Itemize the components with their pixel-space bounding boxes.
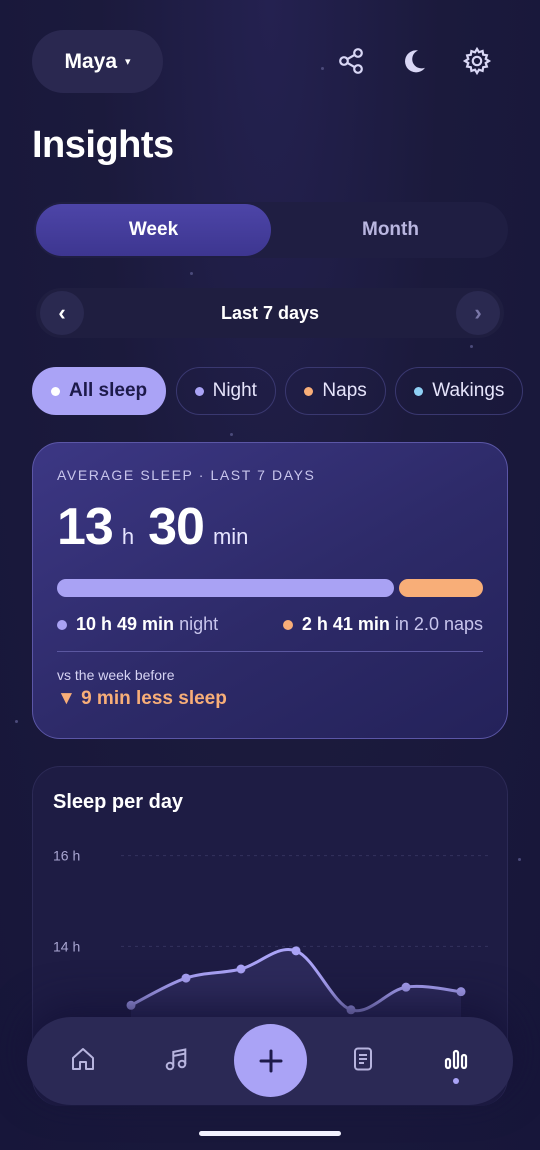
- share-button[interactable]: [334, 44, 368, 78]
- star-decoration: [470, 345, 473, 348]
- naps-label: in 2.0 naps: [394, 614, 483, 634]
- comparison-label: vs the week before: [57, 667, 175, 683]
- add-icon: [259, 1049, 282, 1072]
- filter-chip-naps[interactable]: Naps: [285, 367, 386, 415]
- nav-home[interactable]: [63, 1039, 103, 1079]
- home-icon: [72, 1048, 94, 1070]
- date-range-label: Last 7 days: [220, 302, 320, 323]
- settings-button[interactable]: [460, 44, 494, 78]
- minutes-unit: min: [212, 524, 249, 549]
- sleep-split-bar: [57, 579, 483, 597]
- star-decoration: [15, 720, 18, 723]
- range-segmented-control: Week Month: [34, 202, 508, 258]
- dot-icon: [57, 619, 67, 630]
- tab-month[interactable]: Month: [273, 202, 508, 258]
- star-decoration: [518, 858, 521, 861]
- naps-segment: [398, 579, 483, 597]
- star-decoration: [321, 67, 324, 70]
- legend-night: 10 h 49 min night: [57, 614, 218, 635]
- y-tick-label: 16 h: [53, 848, 80, 864]
- average-caption: AVERAGE SLEEP · LAST 7 DAYS: [57, 467, 316, 483]
- night-label: night: [179, 614, 219, 634]
- night-mode-button[interactable]: [397, 44, 431, 78]
- profile-name: Maya: [64, 49, 117, 73]
- night-value: 10 h 49 min: [76, 614, 175, 634]
- divider: [57, 651, 483, 652]
- chip-label: Night: [212, 380, 257, 401]
- previous-period-button[interactable]: ‹: [40, 291, 84, 335]
- star-decoration: [230, 433, 233, 436]
- hours-unit: h: [121, 524, 135, 549]
- chevron-right-icon: ›: [474, 300, 482, 325]
- music-icon: [165, 1048, 187, 1071]
- document-icon: [354, 1047, 372, 1071]
- average-sleep-card: AVERAGE SLEEP · LAST 7 DAYS 13 h 30 min …: [32, 442, 508, 739]
- dot-icon: [194, 386, 204, 396]
- nav-log[interactable]: [343, 1039, 383, 1079]
- filter-chip-wakings[interactable]: Wakings: [395, 367, 524, 415]
- filter-chip-night[interactable]: Night: [175, 367, 276, 415]
- chevron-left-icon: ‹: [58, 300, 66, 325]
- chip-label: All sleep: [69, 380, 148, 401]
- comparison-change: ▼ 9 min less sleep: [57, 688, 227, 709]
- dot-icon: [51, 386, 60, 396]
- moon-icon: [405, 50, 425, 73]
- page-title: Insights: [32, 124, 174, 166]
- sleep-split-legend: 10 h 49 min night 2 h 41 min in 2.0 naps: [57, 614, 483, 635]
- night-segment: [57, 579, 394, 597]
- star-decoration: [190, 272, 193, 275]
- nav-sounds[interactable]: [156, 1039, 196, 1079]
- filter-chip-all-sleep[interactable]: All sleep: [32, 367, 167, 415]
- dot-icon: [282, 619, 293, 630]
- chip-label: Wakings: [432, 380, 505, 401]
- chip-label: Naps: [322, 380, 367, 401]
- date-navigator: ‹ Last 7 days ›: [36, 288, 504, 338]
- filter-chips: All sleep Night Naps Wakings: [32, 367, 540, 415]
- active-tab-indicator: [453, 1078, 459, 1084]
- data-point[interactable]: [126, 1000, 136, 1010]
- add-entry-button[interactable]: [234, 1024, 307, 1097]
- legend-naps: 2 h 41 min in 2.0 naps: [282, 614, 483, 635]
- data-point[interactable]: [346, 1005, 356, 1015]
- average-minutes: 30: [148, 498, 205, 556]
- profile-switcher[interactable]: Maya ▾: [32, 30, 163, 93]
- data-point[interactable]: [401, 982, 411, 992]
- gear-icon: [462, 46, 492, 76]
- chevron-down-icon: ▾: [125, 56, 131, 68]
- tab-week[interactable]: Week: [36, 204, 271, 256]
- data-point[interactable]: [236, 964, 246, 974]
- data-point[interactable]: [456, 987, 466, 997]
- data-point[interactable]: [181, 973, 191, 983]
- nav-insights[interactable]: [436, 1039, 476, 1079]
- home-indicator: [199, 1131, 341, 1136]
- stats-icon: [444, 1049, 468, 1070]
- average-total: 13 h 30 min: [57, 497, 483, 557]
- y-tick-label: 14 h: [53, 938, 80, 954]
- next-period-button[interactable]: ›: [456, 291, 500, 335]
- share-icon: [339, 48, 363, 74]
- naps-value: 2 h 41 min: [301, 614, 390, 634]
- bottom-nav: [27, 1017, 513, 1105]
- dot-icon: [304, 386, 314, 396]
- data-point[interactable]: [291, 946, 301, 956]
- dot-icon: [414, 386, 424, 396]
- average-hours: 13: [57, 498, 114, 556]
